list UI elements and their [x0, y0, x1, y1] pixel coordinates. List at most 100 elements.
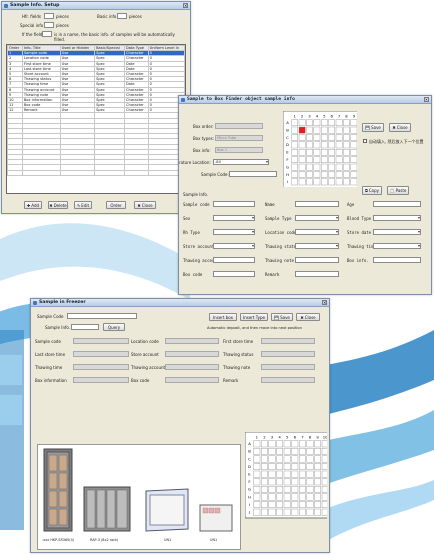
- grid-cell[interactable]: [299, 455, 306, 463]
- close-icon[interactable]: ×: [424, 97, 429, 102]
- grid-cell[interactable]: [313, 156, 321, 163]
- grid-cell[interactable]: [299, 463, 306, 470]
- grid-cell[interactable]: [298, 134, 306, 141]
- grid-cell[interactable]: [314, 440, 322, 448]
- sample-code-input[interactable]: [67, 313, 137, 319]
- special-info-input[interactable]: [44, 22, 54, 28]
- field-select[interactable]: [373, 243, 421, 249]
- grid-cell[interactable]: [314, 508, 322, 516]
- grid-cell[interactable]: [291, 470, 299, 478]
- grid-cell[interactable]: [268, 501, 276, 509]
- grid-cell[interactable]: [291, 448, 299, 455]
- grid-cell[interactable]: [306, 149, 313, 156]
- grid-cell[interactable]: [306, 163, 313, 171]
- grid-cell[interactable]: [335, 163, 343, 171]
- grid-cell[interactable]: [328, 163, 335, 171]
- grid-cell[interactable]: [291, 134, 299, 141]
- grid-cell[interactable]: [299, 440, 306, 448]
- grid-cell[interactable]: [350, 178, 357, 186]
- field-input[interactable]: [165, 364, 219, 370]
- grid-cell[interactable]: [268, 478, 276, 486]
- grid-cell[interactable]: [335, 156, 343, 163]
- grid-cell[interactable]: [299, 470, 306, 478]
- paste-button[interactable]: 📋 Paste: [387, 186, 409, 195]
- grid-cell[interactable]: [350, 149, 357, 156]
- grid-cell[interactable]: [291, 126, 299, 134]
- grid-cell[interactable]: [291, 508, 299, 516]
- field-input[interactable]: [295, 257, 339, 263]
- field-select[interactable]: [295, 229, 339, 235]
- grid-cell[interactable]: [313, 134, 321, 141]
- grid-cell[interactable]: [299, 501, 306, 509]
- grid-cell[interactable]: [283, 478, 291, 486]
- grid-cell[interactable]: [261, 463, 268, 470]
- grid-cell[interactable]: [350, 141, 357, 149]
- grid-cell[interactable]: [253, 470, 261, 478]
- grid-cell[interactable]: [314, 470, 322, 478]
- grid-cell[interactable]: [313, 119, 321, 127]
- grid-cell[interactable]: [321, 119, 328, 127]
- grid-cell[interactable]: [321, 134, 328, 141]
- grid-cell[interactable]: [306, 156, 313, 163]
- grid-cell[interactable]: [343, 141, 350, 149]
- grid-cell[interactable]: [291, 463, 299, 470]
- grid-cell[interactable]: [276, 508, 283, 516]
- order-button[interactable]: Order: [106, 201, 126, 209]
- grid-cell[interactable]: [268, 455, 276, 463]
- field-input[interactable]: [261, 351, 315, 357]
- grid-cell[interactable]: [306, 141, 313, 149]
- grid-cell[interactable]: [261, 448, 268, 455]
- grid-cell[interactable]: [314, 455, 322, 463]
- grid-cell[interactable]: [314, 448, 322, 455]
- field-select[interactable]: [295, 243, 339, 249]
- grid-cell[interactable]: [321, 149, 328, 156]
- grid-cell[interactable]: [291, 501, 299, 509]
- grid-cell[interactable]: [314, 493, 322, 501]
- close-button[interactable]: ✖ Close: [134, 201, 156, 209]
- field-input[interactable]: [295, 201, 339, 207]
- grid-cell[interactable]: [299, 486, 306, 493]
- grid-cell[interactable]: [321, 178, 328, 186]
- edit-button[interactable]: ✎ Edit: [74, 201, 92, 209]
- grid-cell[interactable]: [335, 149, 343, 156]
- grid-cell[interactable]: [321, 141, 328, 149]
- grid-cell[interactable]: [313, 149, 321, 156]
- grid-cell[interactable]: [321, 455, 327, 463]
- grid-cell[interactable]: [253, 440, 261, 448]
- grid-cell[interactable]: [313, 178, 321, 186]
- field-input[interactable]: [261, 364, 315, 370]
- grid-cell[interactable]: [291, 141, 299, 149]
- grid-cell[interactable]: [306, 126, 313, 134]
- grid-cell[interactable]: [313, 171, 321, 178]
- grid-cell[interactable]: [314, 463, 322, 470]
- field-input[interactable]: [261, 377, 315, 383]
- grid-cell[interactable]: [298, 149, 306, 156]
- grid-cell[interactable]: [321, 508, 327, 516]
- grid-cell[interactable]: [335, 119, 343, 127]
- grid-cell[interactable]: [313, 141, 321, 149]
- grid-cell[interactable]: [268, 440, 276, 448]
- grid-cell[interactable]: [291, 440, 299, 448]
- grid-cell[interactable]: [283, 470, 291, 478]
- basic-info-input[interactable]: [117, 13, 127, 19]
- grid-cell[interactable]: [350, 171, 357, 178]
- box-types-input[interactable]: Micro Tube: [215, 135, 263, 141]
- grid-cell[interactable]: [253, 455, 261, 463]
- field-input[interactable]: [373, 201, 421, 207]
- grid-cell[interactable]: [306, 493, 314, 501]
- grid-cell[interactable]: [276, 501, 283, 509]
- grid-cell[interactable]: [306, 508, 314, 516]
- sample-code-input[interactable]: [229, 171, 277, 177]
- grid-cell[interactable]: [343, 156, 350, 163]
- grid-cell[interactable]: [306, 486, 314, 493]
- grid-cell[interactable]: [306, 171, 313, 178]
- grid-cell[interactable]: [276, 470, 283, 478]
- grid-cell[interactable]: [306, 134, 313, 141]
- grid-cell[interactable]: [298, 119, 306, 127]
- close-icon[interactable]: ×: [322, 300, 327, 305]
- grid-cell[interactable]: [253, 501, 261, 509]
- grid-cell[interactable]: [283, 463, 291, 470]
- grid-cell[interactable]: [328, 119, 335, 127]
- grid-cell[interactable]: [350, 134, 357, 141]
- grid-cell[interactable]: [306, 455, 314, 463]
